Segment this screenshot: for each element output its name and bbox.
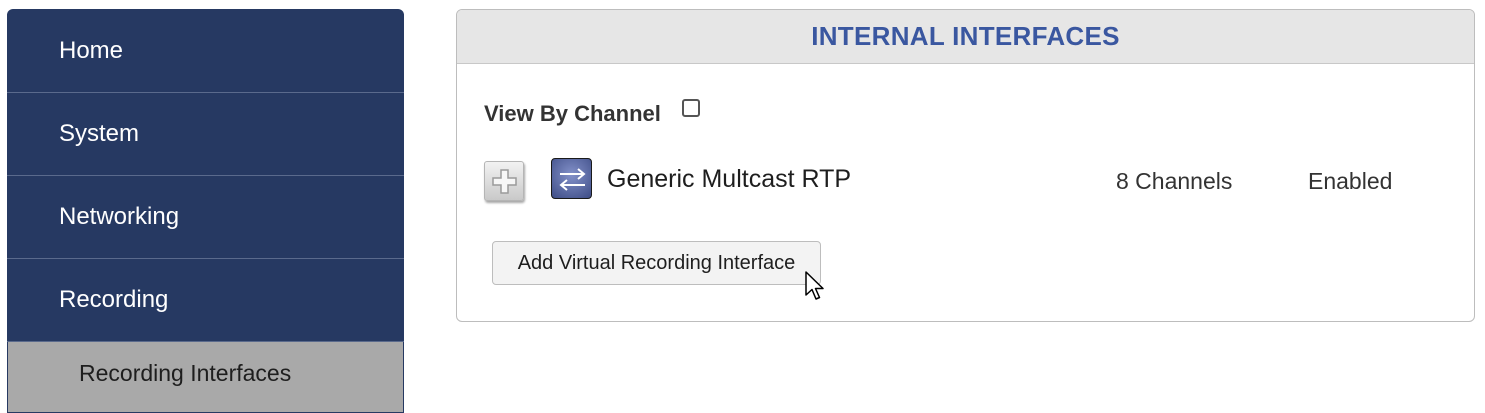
panel-header: INTERNAL INTERFACES	[457, 10, 1474, 64]
sidebar-item-label: System	[59, 120, 140, 147]
sidebar-item-networking[interactable]: Networking	[7, 176, 404, 259]
add-virtual-recording-interface-button[interactable]: Add Virtual Recording Interface	[492, 241, 821, 285]
mouse-cursor-icon	[805, 271, 824, 300]
interface-name[interactable]: Generic Multcast RTP	[607, 165, 851, 194]
swap-arrows-icon	[551, 158, 592, 199]
plus-icon	[492, 169, 517, 194]
sidebar-item-label: Recording	[59, 286, 169, 313]
sidebar-item-label: Home	[59, 36, 124, 64]
sidebar-subitem-label: Recording Interfaces	[79, 360, 292, 386]
view-by-channel-checkbox[interactable]	[682, 99, 700, 117]
sidebar: Home System Networking Recording Recordi…	[7, 9, 404, 413]
view-by-channel-label: View By Channel	[484, 101, 661, 126]
interface-channel-count: 8 Channels	[1116, 168, 1233, 194]
internal-interfaces-panel: INTERNAL INTERFACES View By Channel Gene…	[456, 9, 1475, 322]
sidebar-item-system[interactable]: System	[7, 93, 404, 176]
sidebar-item-home[interactable]: Home	[7, 9, 404, 93]
sidebar-item-recording[interactable]: Recording	[7, 259, 404, 342]
sidebar-item-label: Networking	[59, 203, 180, 230]
interface-status: Enabled	[1308, 168, 1393, 194]
add-button-label: Add Virtual Recording Interface	[517, 251, 796, 274]
expand-interface-button[interactable]	[484, 161, 524, 201]
sidebar-subitem-recording-interfaces[interactable]: Recording Interfaces	[7, 342, 404, 412]
panel-title: INTERNAL INTERFACES	[811, 21, 1120, 51]
